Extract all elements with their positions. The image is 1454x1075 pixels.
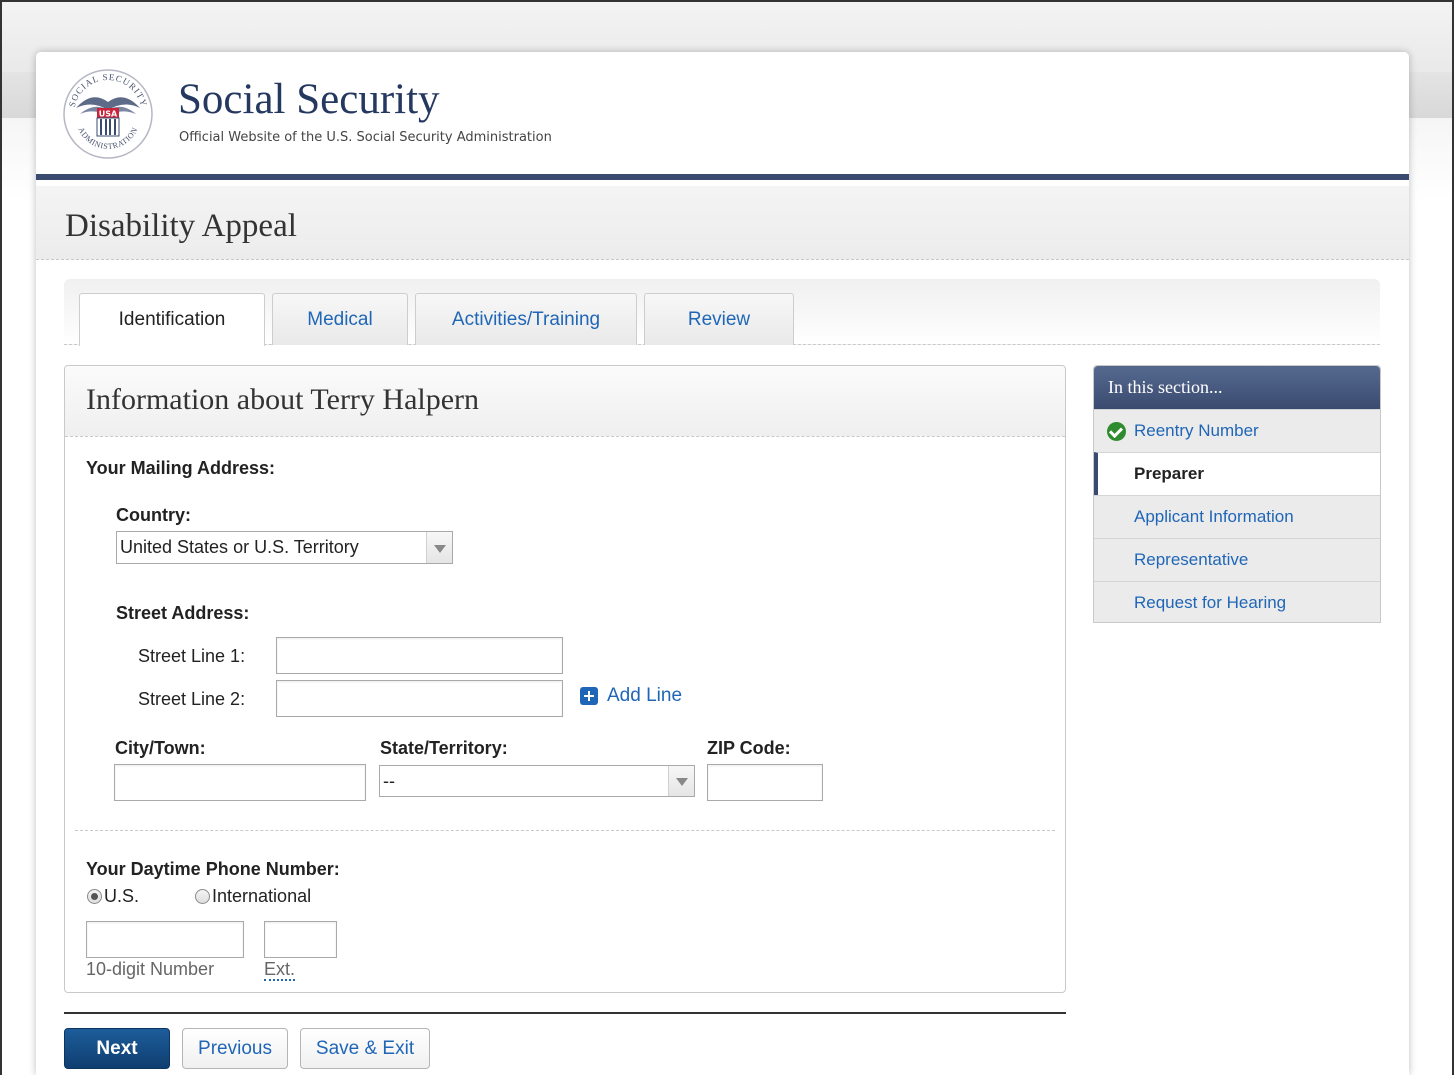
tab-activities-training[interactable]: Activities/Training (415, 293, 637, 345)
radio-international[interactable] (195, 889, 211, 904)
sidebar-item-reentry-number[interactable]: Reentry Number (1094, 409, 1380, 452)
country-select[interactable]: United States or U.S. Territory (116, 531, 453, 564)
svg-text:USA: USA (99, 110, 118, 119)
city-input[interactable] (114, 764, 366, 801)
sidebar-item-label: Representative (1134, 550, 1249, 569)
form-title: Information about Terry Halpern (86, 383, 480, 416)
phone-ext-hint[interactable]: Ext. (264, 959, 296, 981)
zip-input[interactable] (707, 764, 823, 801)
check-circle-icon (1107, 422, 1126, 441)
form-header: Information about Terry Halpern (65, 366, 1065, 437)
page-title: Disability Appeal (65, 208, 297, 244)
tab-identification[interactable]: Identification (79, 293, 265, 346)
city-label: City/Town: (115, 738, 206, 758)
section-sidebar: In this section... Reentry Number Prepar… (1093, 365, 1381, 623)
sidebar-item-representative[interactable]: Representative (1094, 538, 1380, 581)
tab-medical[interactable]: Medical (272, 293, 408, 345)
sidebar-item-label: Reentry Number (1134, 421, 1259, 440)
street-line2-label: Street Line 2: (138, 689, 246, 709)
tab-review[interactable]: Review (644, 293, 794, 345)
phone-ext-input[interactable] (264, 921, 337, 958)
sidebar-item-label: Applicant Information (1134, 507, 1294, 526)
radio-us[interactable] (87, 889, 102, 904)
street-line2-input[interactable] (276, 680, 563, 717)
save-exit-button[interactable]: Save & Exit (300, 1028, 430, 1069)
previous-button[interactable]: Previous (182, 1028, 288, 1069)
state-label: State/Territory: (380, 738, 508, 758)
sidebar-item-request-for-hearing[interactable]: Request for Hearing (1094, 581, 1380, 624)
country-select-value: United States or U.S. Territory (120, 537, 359, 557)
ssa-seal-icon[interactable]: USA SOCIAL SECURITY ADMINISTRATION (62, 68, 154, 160)
form-panel: Information about Terry Halpern Your Mai… (64, 365, 1066, 993)
phone-heading: Your Daytime Phone Number: (86, 859, 340, 879)
mailing-address-heading: Your Mailing Address: (86, 458, 276, 478)
country-label: Country: (116, 505, 191, 525)
zip-label: ZIP Code: (707, 738, 791, 758)
sidebar-item-preparer[interactable]: Preparer (1094, 452, 1380, 495)
state-select-value: -- (383, 771, 395, 791)
street-line1-label: Street Line 1: (138, 646, 246, 666)
site-title[interactable]: Social Security (178, 78, 440, 121)
sidebar-item-label: Preparer (1134, 464, 1204, 483)
site-subtitle: Official Website of the U.S. Social Secu… (179, 130, 552, 145)
add-line-label: Add Line (607, 685, 683, 706)
page-container: USA SOCIAL SECURITY ADMINISTRATION Socia… (36, 52, 1409, 1075)
phone-number-input[interactable] (86, 921, 244, 958)
street-line1-input[interactable] (276, 637, 563, 674)
chevron-down-icon (668, 766, 694, 796)
app-title-bar: Disability Appeal (36, 186, 1409, 260)
radio-us-label[interactable]: U.S. (104, 886, 139, 907)
sidebar-item-applicant-information[interactable]: Applicant Information (1094, 495, 1380, 538)
tab-bar: Identification Medical Activities/Traini… (64, 279, 1380, 346)
phone-number-hint: 10-digit Number (86, 959, 215, 979)
sidebar-item-label: Request for Hearing (1134, 593, 1287, 612)
next-button[interactable]: Next (64, 1028, 170, 1069)
site-header: USA SOCIAL SECURITY ADMINISTRATION Socia… (36, 52, 1409, 180)
chevron-down-icon (426, 532, 452, 563)
plus-icon (580, 687, 598, 705)
add-line-link[interactable]: Add Line (580, 685, 682, 707)
sidebar-title: In this section... (1094, 366, 1380, 409)
phone-type-radio-group: U.S. International (87, 886, 311, 907)
bottom-divider (64, 1012, 1066, 1014)
state-select[interactable]: -- (379, 765, 695, 797)
section-divider (75, 830, 1055, 831)
street-address-heading: Street Address: (116, 603, 250, 623)
phone-ext-hint-text[interactable]: Ext. (264, 959, 296, 981)
radio-international-label[interactable]: International (212, 886, 311, 907)
